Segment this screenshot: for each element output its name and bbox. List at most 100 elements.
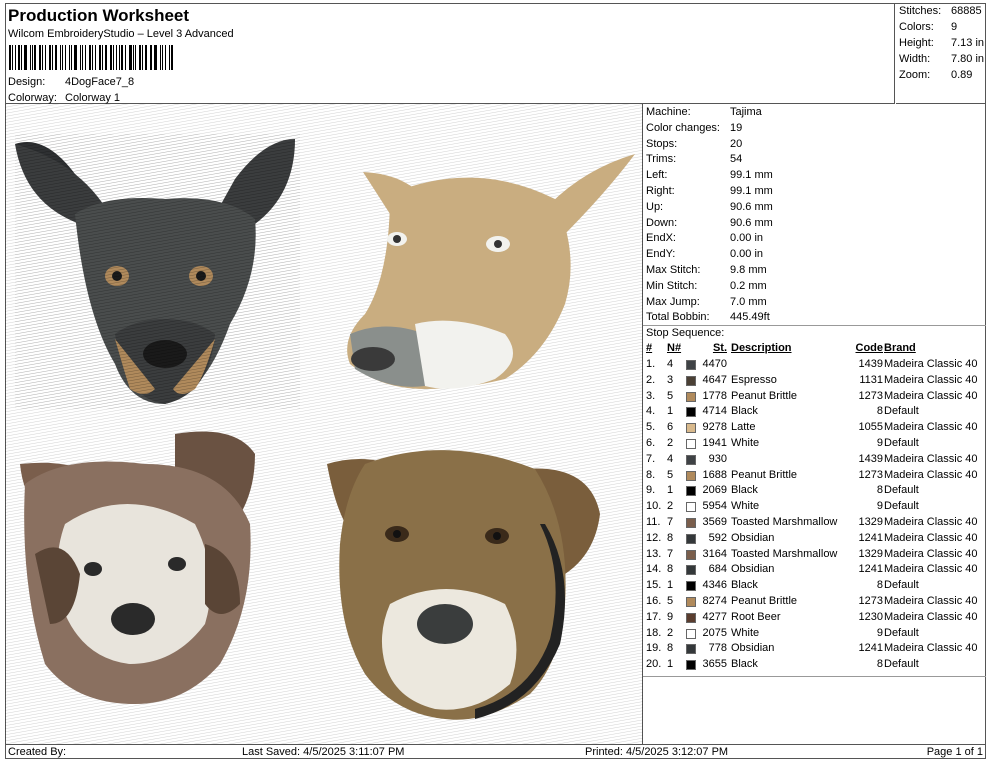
barcode-bar bbox=[89, 45, 91, 70]
barcode-bar bbox=[11, 45, 13, 70]
thread-brand: Madeira Classic 40 bbox=[884, 563, 978, 576]
needle-number: 7 bbox=[667, 547, 674, 560]
stitch-count: 9278 bbox=[702, 421, 727, 434]
barcode-bar bbox=[71, 45, 73, 70]
machine-info-row: Max Jump: 7.0 mm bbox=[646, 296, 767, 311]
colorway-row: Colorway: Colorway 1 bbox=[8, 92, 120, 104]
color-swatch bbox=[686, 454, 696, 465]
barcode-bar bbox=[55, 45, 57, 70]
barcode-bar bbox=[112, 45, 114, 70]
machine-info-label: EndX: bbox=[646, 232, 676, 245]
page-number: Page 1 of 1 bbox=[926, 746, 983, 758]
machine-info-value: 99.1 mm bbox=[730, 185, 773, 197]
barcode-bar bbox=[48, 45, 52, 70]
needle-number: 5 bbox=[667, 595, 674, 607]
table-row: 15. 1 4346 Black 8 Default bbox=[643, 579, 986, 595]
thread-description: Obsidian bbox=[731, 642, 775, 655]
table-row: 5. 6 9278 Latte 1055 Madeira Classic 40 bbox=[643, 421, 986, 437]
table-row: 14. 8 684 Obsidian 1241 Madeira Classic 40 bbox=[643, 563, 986, 579]
color-swatch bbox=[686, 470, 696, 481]
machine-info-row: Up: 90.6 mm bbox=[646, 201, 773, 216]
thread-description: Latte bbox=[731, 421, 756, 434]
machine-info-label: Left: bbox=[646, 169, 668, 182]
machine-info-row: EndY: 0.00 in bbox=[646, 248, 763, 263]
thread-brand: Madeira Classic 40 bbox=[884, 358, 978, 370]
table-row: 13. 7 3164 Toasted Marshmallow 1329 Madeira C… bbox=[643, 548, 986, 564]
thread-description: White bbox=[731, 437, 760, 449]
thread-code: 1439 bbox=[858, 452, 883, 465]
barcode-bar bbox=[169, 45, 171, 70]
color-swatch bbox=[686, 597, 696, 607]
thread-description: Obsidian bbox=[731, 531, 775, 544]
barcode-bar bbox=[115, 45, 117, 70]
stitch-count: 4277 bbox=[702, 610, 727, 623]
design-preview bbox=[5, 104, 643, 744]
stitch-count: 2069 bbox=[702, 484, 727, 497]
stitch-count: 5954 bbox=[702, 500, 727, 513]
stop-sequence-title: Stop Sequence: bbox=[646, 327, 725, 339]
thread-code: 1273 bbox=[858, 468, 883, 481]
thread-brand: Madeira Classic 40 bbox=[884, 373, 978, 386]
machine-info-panel: Machine: Tajima Color changes: 19 Stops: 20 Tr… bbox=[643, 104, 986, 326]
created-by: Created By: bbox=[8, 746, 67, 758]
barcode-bar bbox=[14, 45, 16, 70]
stitch-texture bbox=[15, 134, 300, 409]
machine-info-row: Max Stitch: 9.8 mm bbox=[646, 264, 767, 279]
header-description: Description bbox=[731, 342, 792, 354]
color-swatch bbox=[686, 581, 696, 592]
needle-number: 4 bbox=[667, 452, 674, 465]
thread-brand: Madeira Classic 40 bbox=[884, 595, 978, 607]
thread-brand: Default bbox=[884, 437, 919, 449]
barcode-bar bbox=[135, 45, 137, 70]
barcode-bar bbox=[52, 45, 54, 70]
barcode-bar bbox=[139, 45, 141, 70]
needle-number: 1 bbox=[667, 405, 674, 418]
dog-face-brown-white bbox=[20, 431, 255, 704]
barcode-bar bbox=[91, 45, 93, 70]
barcode-bar bbox=[161, 45, 163, 70]
table-row: 17. 9 4277 Root Beer 1230 Madeira Classic 40 bbox=[643, 611, 986, 627]
color-swatch bbox=[686, 533, 696, 544]
table-header-row: # N# St. Description Code Brand bbox=[643, 342, 986, 358]
thread-brand: Madeira Classic 40 bbox=[884, 452, 978, 465]
color-swatch bbox=[686, 644, 696, 655]
needle-number: 9 bbox=[667, 610, 674, 623]
machine-info-value: 0.2 mm bbox=[730, 279, 767, 292]
machine-info-value: 90.6 mm bbox=[730, 216, 773, 229]
stitch-count: 4714 bbox=[702, 405, 727, 418]
thread-brand: Madeira Classic 40 bbox=[884, 610, 978, 623]
thread-brand: Madeira Classic 40 bbox=[884, 531, 978, 544]
thread-code: 1329 bbox=[858, 547, 883, 560]
thread-description: Toasted Marshmallow bbox=[731, 516, 838, 528]
machine-info-value: 9.8 mm bbox=[730, 264, 767, 276]
summary-row: Colors: 9 bbox=[899, 21, 958, 33]
needle-number: 2 bbox=[667, 500, 674, 513]
table-row: 18. 2 2075 White 9 Default bbox=[643, 627, 986, 643]
stitch-count: 1778 bbox=[702, 389, 727, 402]
needle-number: 2 bbox=[667, 626, 674, 639]
machine-info-label: Max Stitch: bbox=[646, 264, 701, 276]
barcode-bar bbox=[132, 45, 134, 70]
thread-code: 1230 bbox=[858, 610, 883, 623]
machine-info-label: EndY: bbox=[646, 248, 676, 261]
table-row: 19. 8 778 Obsidian 1241 Madeira Classic 40 bbox=[643, 642, 986, 658]
software-name: Wilcom EmbroideryStudio – Level 3 Advanc… bbox=[8, 28, 234, 40]
thread-code: 8 bbox=[876, 658, 883, 671]
needle-number: 1 bbox=[667, 484, 674, 497]
color-swatch bbox=[686, 407, 696, 418]
needle-number: 2 bbox=[667, 437, 674, 449]
barcode-bar bbox=[149, 45, 151, 70]
thread-code: 1273 bbox=[858, 389, 883, 402]
thread-code: 1241 bbox=[858, 563, 883, 576]
header-needle: N# bbox=[667, 342, 682, 354]
color-swatch bbox=[686, 628, 696, 639]
machine-info-row: Down: 90.6 mm bbox=[646, 217, 773, 232]
color-swatch bbox=[686, 549, 696, 560]
machine-info-value: 445.49ft bbox=[730, 311, 770, 324]
barcode-bar bbox=[128, 45, 132, 70]
machine-info-row: Total Bobbin: 445.49ft bbox=[646, 311, 770, 326]
barcode-bar bbox=[94, 45, 96, 70]
thread-code: 8 bbox=[876, 484, 883, 497]
machine-info-value: Tajima bbox=[730, 106, 762, 118]
stitch-count: 8274 bbox=[702, 595, 727, 607]
